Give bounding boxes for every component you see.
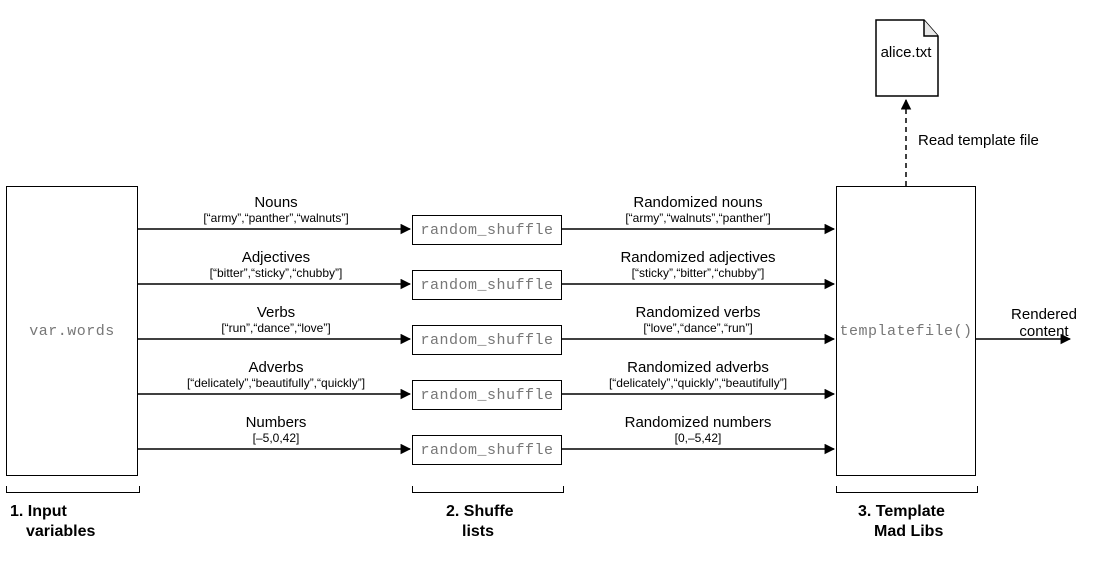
shuffle-box-2: random_shuffle xyxy=(412,270,562,300)
shuffle-label: random_shuffle xyxy=(420,222,553,239)
flow-label-verbs-out: Randomized verbs[“love”,“dance”,“run”] xyxy=(570,304,826,335)
flow-label-verbs-in: Verbs[“run”,“dance”,“love”] xyxy=(150,304,402,335)
flow-label-nouns-out: Randomized nouns[“army”,“walnuts”,“panth… xyxy=(570,194,826,225)
step-1: 1. Inputvariables xyxy=(10,502,95,542)
bracket-1 xyxy=(6,486,140,493)
template-box: templatefile() xyxy=(836,186,976,476)
shuffle-box-3: random_shuffle xyxy=(412,325,562,355)
input-box: var.words xyxy=(6,186,138,476)
diagram-canvas: alice.txt Read template file var.words r… xyxy=(0,0,1099,567)
shuffle-label: random_shuffle xyxy=(420,332,553,349)
flow-label-numbers-out: Randomized numbers[0,–5,42] xyxy=(570,414,826,445)
shuffle-label: random_shuffle xyxy=(420,442,553,459)
flow-label-adjectives-in: Adjectives[“bitter”,“sticky”,“chubby”] xyxy=(150,249,402,280)
template-box-label: templatefile() xyxy=(839,323,972,340)
read-file-label: Read template file xyxy=(918,132,1039,149)
flow-label-adverbs-out: Randomized adverbs[“delicately”,“quickly… xyxy=(570,359,826,390)
shuffle-label: random_shuffle xyxy=(420,387,553,404)
output-label: Renderedcontent xyxy=(996,306,1092,340)
flow-label-nouns-in: Nouns[“army”,“panther”,“walnuts”] xyxy=(150,194,402,225)
shuffle-label: random_shuffle xyxy=(420,277,553,294)
shuffle-box-4: random_shuffle xyxy=(412,380,562,410)
step-2: 2. Shuffelists xyxy=(446,502,514,542)
shuffle-box-1: random_shuffle xyxy=(412,215,562,245)
flow-label-adjectives-out: Randomized adjectives[“sticky”,“bitter”,… xyxy=(570,249,826,280)
bracket-2 xyxy=(412,486,564,493)
bracket-3 xyxy=(836,486,978,493)
step-3: 3. TemplateMad Libs xyxy=(858,502,945,542)
flow-label-adverbs-in: Adverbs[“delicately”,“beautifully”,“quic… xyxy=(150,359,402,390)
file-name: alice.txt xyxy=(864,44,948,61)
file-icon: alice.txt xyxy=(864,18,948,98)
input-box-label: var.words xyxy=(29,323,115,340)
shuffle-box-5: random_shuffle xyxy=(412,435,562,465)
flow-label-numbers-in: Numbers[–5,0,42] xyxy=(150,414,402,445)
